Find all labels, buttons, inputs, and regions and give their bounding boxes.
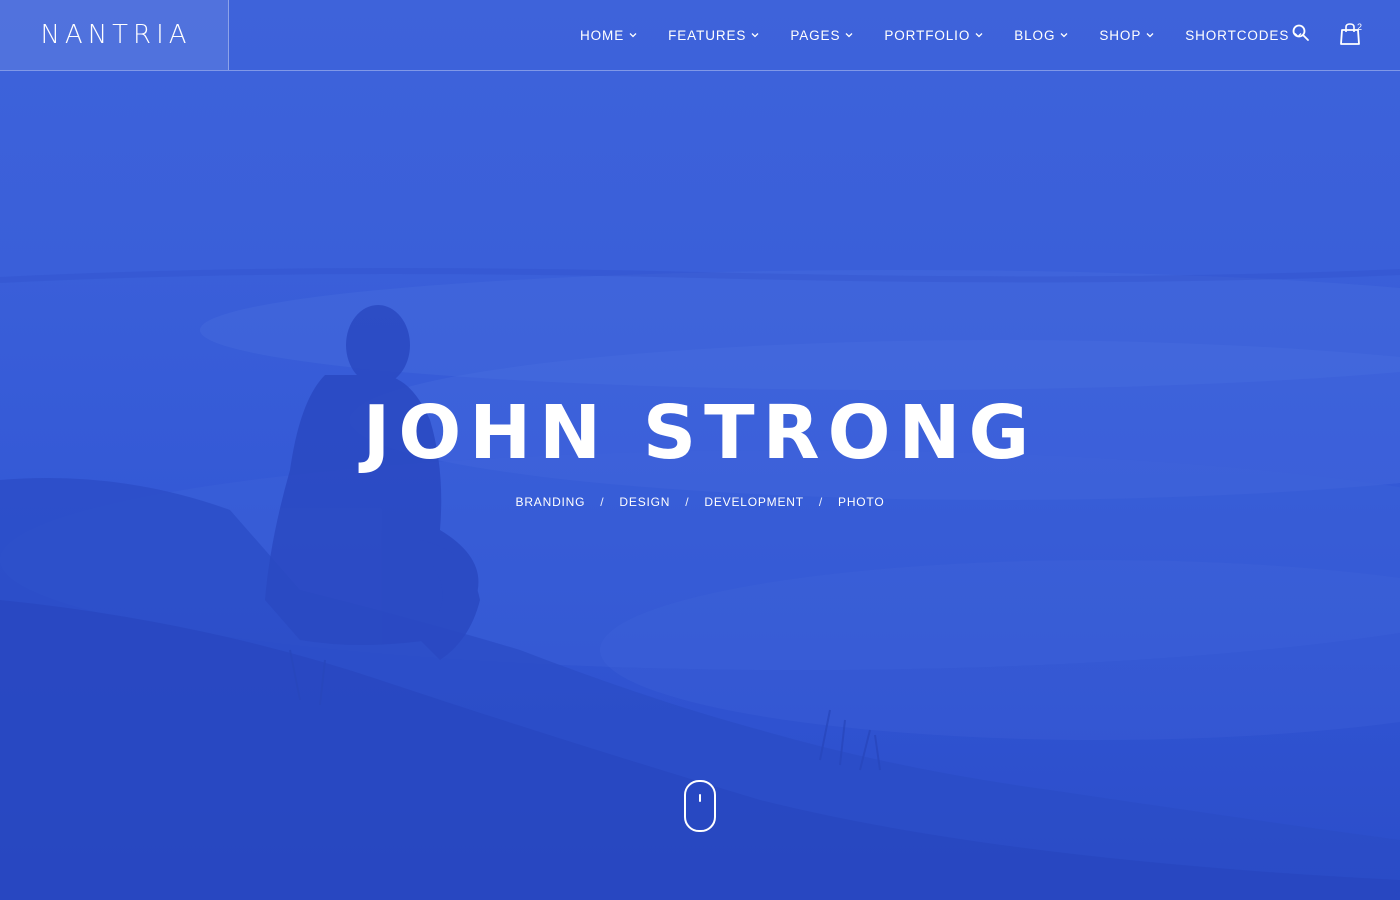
mouse-wheel — [699, 794, 701, 802]
hero-title: JOHN STRONG — [362, 390, 1038, 476]
nav-item-shortcodes[interactable]: SHORTCODES — [1185, 28, 1302, 43]
tag-photo[interactable]: PHOTO — [838, 495, 884, 509]
logo-box[interactable]: NANTRIA — [0, 0, 229, 70]
nav-item-label: SHORTCODES — [1185, 27, 1290, 43]
nav-item-pages[interactable]: PAGES — [790, 28, 853, 43]
nav-item-portfolio[interactable]: PORTFOLIO — [884, 28, 983, 43]
nav-item-label: SHOP — [1099, 27, 1142, 43]
nav-item-label: HOME — [580, 27, 625, 43]
cart-count-badge: 2 — [1357, 22, 1363, 32]
chevron-down-icon — [629, 33, 637, 38]
nav-item-label: PAGES — [790, 27, 841, 43]
tag-separator: / — [818, 495, 824, 509]
site-logo[interactable]: NANTRIA — [36, 20, 191, 50]
nav-item-features[interactable]: FEATURES — [668, 28, 759, 43]
tag-separator: / — [600, 495, 605, 509]
site-header: NANTRIA HOME FEATURES PAGES PORTFOLIO BL… — [0, 0, 1400, 71]
nav-item-blog[interactable]: BLOG — [1014, 28, 1068, 43]
chevron-down-icon — [1146, 33, 1154, 38]
chevron-down-icon — [845, 33, 853, 38]
nav-item-home[interactable]: HOME — [580, 28, 637, 43]
tag-branding[interactable]: BRANDING — [516, 495, 586, 509]
chevron-down-icon — [975, 33, 983, 38]
nav-item-label: PORTFOLIO — [884, 27, 971, 43]
mouse-scroll-icon[interactable] — [684, 780, 716, 832]
main-nav: HOME FEATURES PAGES PORTFOLIO BLOG SHOP … — [580, 0, 1333, 70]
tag-development[interactable]: DEVELOPMENT — [704, 495, 804, 509]
tag-design[interactable]: DESIGN — [619, 495, 670, 509]
nav-item-label: FEATURES — [668, 27, 747, 43]
nav-item-shop[interactable]: SHOP — [1099, 28, 1154, 43]
nav-item-label: BLOG — [1014, 27, 1056, 43]
chevron-down-icon — [751, 33, 759, 38]
hero-tags: BRANDING / DESIGN / DEVELOPMENT / PHOTO — [0, 495, 1400, 509]
tag-separator: / — [685, 495, 690, 509]
chevron-down-icon — [1060, 33, 1068, 38]
search-icon — [1292, 24, 1309, 41]
search-button[interactable] — [1292, 24, 1310, 47]
